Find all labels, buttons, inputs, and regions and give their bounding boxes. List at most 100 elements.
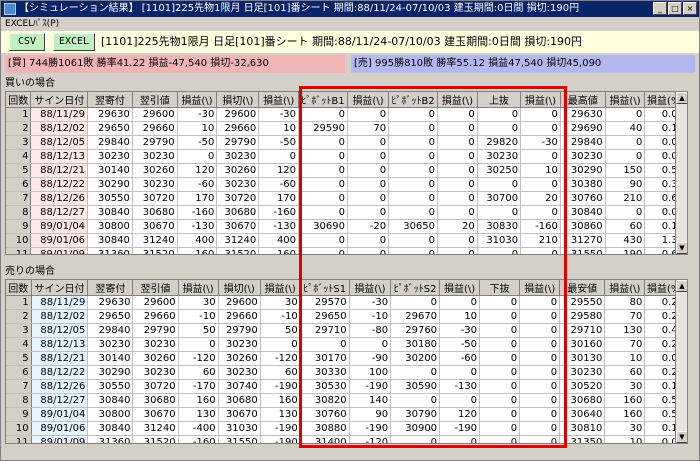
table-cell[interactable]: 0 xyxy=(437,205,478,220)
table-cell[interactable]: 210 xyxy=(605,191,646,206)
table-cell[interactable]: -30 xyxy=(258,107,300,122)
table-cell[interactable]: 30380 xyxy=(560,177,606,192)
table-cell[interactable]: 0 xyxy=(439,365,481,380)
table-cell[interactable]: -90 xyxy=(349,351,392,366)
table-cell[interactable]: 130 xyxy=(260,407,301,422)
table-cell[interactable]: 0 xyxy=(479,379,521,394)
table-cell[interactable]: 30 xyxy=(604,379,646,394)
table-cell[interactable]: -120 xyxy=(260,351,301,366)
table-cell[interactable]: 30230 xyxy=(559,365,606,380)
table-cell[interactable]: 31240 xyxy=(132,421,179,436)
table-cell[interactable]: 0 xyxy=(605,205,646,220)
table-cell[interactable]: 90 xyxy=(349,407,392,422)
table-cell[interactable]: 0 xyxy=(519,435,561,443)
table-row[interactable]: 3 88/12/05 29840 29790 50 29790 50 29710 -80 2976… xyxy=(6,323,687,338)
column-header[interactable]: 損益(\) xyxy=(520,92,561,108)
table-cell[interactable]: 0 xyxy=(388,177,439,192)
table-row[interactable]: 9 89/01/04 30800 30670 -130 30670 -130 30690 -20… xyxy=(6,219,687,234)
table-cell[interactable]: 30160 xyxy=(559,337,606,352)
scroll-up-icon[interactable]: ▲ xyxy=(676,92,687,104)
table-cell[interactable]: 0 xyxy=(439,393,481,408)
table-cell[interactable]: -160 xyxy=(177,205,218,220)
table-cell[interactable]: 0 xyxy=(520,247,561,254)
table-cell[interactable]: 0 xyxy=(388,191,439,206)
table-cell[interactable]: 30790 xyxy=(390,407,441,422)
table-cell[interactable]: 0 xyxy=(388,163,439,178)
table-cell[interactable]: 0 xyxy=(437,233,478,248)
table-cell[interactable]: 29840 xyxy=(87,323,134,338)
table-cell[interactable]: 0 xyxy=(479,407,521,422)
column-header[interactable]: 損益(\) xyxy=(260,280,301,296)
table-cell[interactable]: 0 xyxy=(347,107,390,122)
table-cell[interactable]: 170 xyxy=(177,191,218,206)
table-cell[interactable]: 0 xyxy=(519,295,561,310)
table-cell[interactable]: 160 xyxy=(178,393,219,408)
table-cell[interactable]: 29650 xyxy=(300,309,350,324)
table-cell[interactable]: 30680 xyxy=(132,393,179,408)
table-cell[interactable]: 88/12/05 xyxy=(30,135,89,150)
table-cell[interactable]: 0 xyxy=(519,407,561,422)
table-cell[interactable]: 0 xyxy=(437,135,478,150)
column-header[interactable]: サイン日付 xyxy=(30,92,89,108)
table-cell[interactable]: 88/12/26 xyxy=(30,191,89,206)
row-number[interactable]: 9 xyxy=(6,407,32,422)
table-cell[interactable]: 0 xyxy=(298,233,348,248)
table-cell[interactable]: 30260 xyxy=(132,163,178,178)
table-cell[interactable]: 0 xyxy=(477,121,522,136)
table-cell[interactable]: 30800 xyxy=(87,407,134,422)
table-cell[interactable]: 0 xyxy=(479,309,521,324)
row-number[interactable]: 8 xyxy=(6,393,32,408)
table-cell[interactable]: 31350 xyxy=(559,435,606,443)
table-cell[interactable]: 88/12/27 xyxy=(31,393,89,408)
table-cell[interactable]: 0 xyxy=(437,191,478,206)
table-cell[interactable]: 30330 xyxy=(300,365,350,380)
column-header[interactable]: 回数 xyxy=(6,92,32,108)
table-cell[interactable]: 30250 xyxy=(477,163,522,178)
table-row[interactable]: 7 88/12/26 30550 30720 170 30720 170 0 0 0 0 30700 2… xyxy=(6,191,687,206)
row-number[interactable]: 5 xyxy=(6,163,32,178)
table-cell[interactable]: 50 xyxy=(260,323,301,338)
table-cell[interactable]: 50 xyxy=(178,323,219,338)
table-cell[interactable]: 430 xyxy=(605,233,646,248)
table-cell[interactable]: 30680 xyxy=(218,393,261,408)
table-cell[interactable]: 30140 xyxy=(87,163,133,178)
table-cell[interactable]: 30 xyxy=(604,421,646,436)
table-cell[interactable]: 30230 xyxy=(132,149,178,164)
column-header[interactable]: ﾋﾟﾎﾞｯﾄS1 xyxy=(300,280,350,296)
table-cell[interactable]: 30680 xyxy=(216,205,260,220)
table-cell[interactable]: 89/01/09 xyxy=(30,247,89,254)
table-cell[interactable]: 30 xyxy=(178,295,219,310)
table-cell[interactable]: 30260 xyxy=(216,163,260,178)
table-cell[interactable]: 29790 xyxy=(218,323,261,338)
table-cell[interactable]: 30860 xyxy=(560,219,606,234)
table-cell[interactable]: 29660 xyxy=(132,309,179,324)
table-cell[interactable]: 29690 xyxy=(560,121,606,136)
column-header[interactable]: 翌引値 xyxy=(132,280,179,296)
table-cell[interactable]: -170 xyxy=(178,379,219,394)
table-row[interactable]: 3 88/12/05 29840 29790 -50 29790 -50 0 0 0 0 29820-… xyxy=(6,135,687,150)
table-cell[interactable]: 0 xyxy=(437,163,478,178)
table-cell[interactable]: 30230 xyxy=(477,149,522,164)
table-cell[interactable]: 400 xyxy=(177,233,218,248)
table-cell[interactable]: 29790 xyxy=(216,135,260,150)
row-number[interactable]: 1 xyxy=(6,107,32,122)
table-cell[interactable]: 30670 xyxy=(218,407,261,422)
table-cell[interactable]: 30840 xyxy=(87,421,134,436)
column-header[interactable]: 損益(\) xyxy=(604,280,646,296)
row-number[interactable]: 6 xyxy=(6,365,32,380)
table-cell[interactable]: 140 xyxy=(349,393,392,408)
table-row[interactable]: 11 89/01/09 31360 31520 -160 31550 -190 31400 -1… xyxy=(6,435,687,443)
table-cell[interactable]: 0 xyxy=(260,337,301,352)
table-cell[interactable]: 0 xyxy=(519,379,561,394)
row-number[interactable]: 3 xyxy=(6,135,32,150)
table-cell[interactable]: 80 xyxy=(604,295,646,310)
column-header[interactable]: 上抜 xyxy=(477,92,522,108)
table-cell[interactable]: 30170 xyxy=(300,351,350,366)
table-cell[interactable]: 0 xyxy=(437,247,478,254)
table-cell[interactable]: -400 xyxy=(178,421,219,436)
table-cell[interactable]: -160 xyxy=(178,435,219,443)
table-cell[interactable]: 29670 xyxy=(390,309,441,324)
column-header[interactable]: 下抜 xyxy=(479,280,521,296)
table-cell[interactable]: 0 xyxy=(178,337,219,352)
table-cell[interactable]: 40 xyxy=(605,121,646,136)
